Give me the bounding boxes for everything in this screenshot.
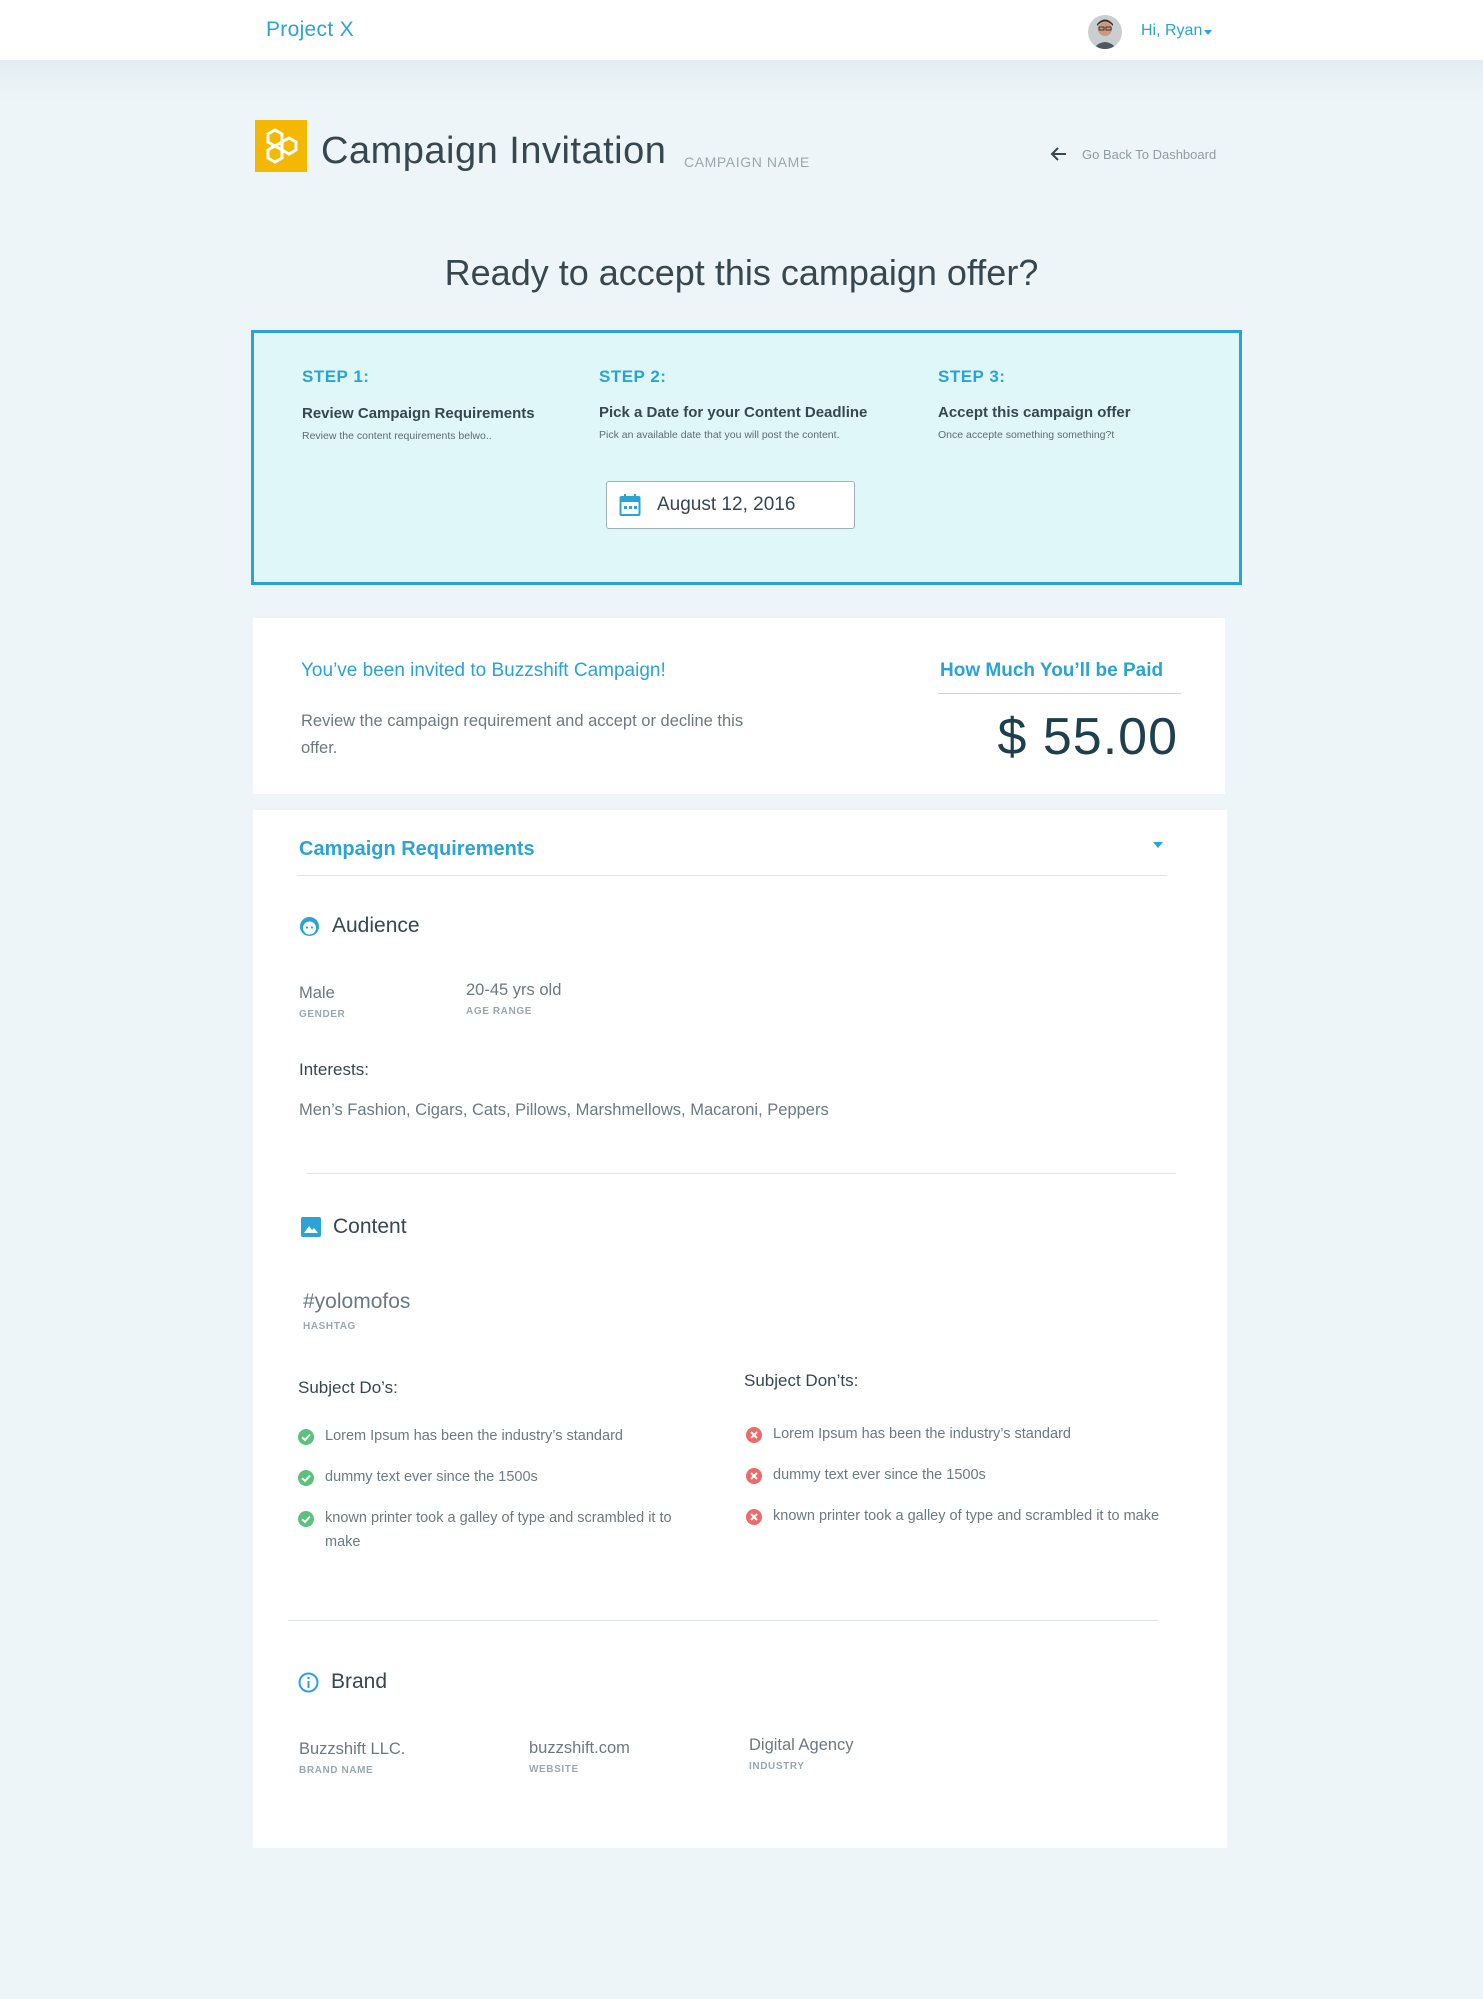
industry-field: Digital Agency INDUSTRY (749, 1736, 854, 1772)
deadline-date-value: August 12, 2016 (657, 494, 796, 515)
invitation-card: You’ve been invited to Buzzshift Campaig… (253, 618, 1225, 794)
avatar[interactable] (1088, 15, 1122, 49)
brand-name-value: Buzzshift LLC. (299, 1740, 406, 1758)
header-shadow (0, 61, 1483, 101)
hashtag-label: HASHTAG (303, 1321, 356, 1332)
industry-label: INDUSTRY (749, 1761, 805, 1772)
calendar-icon (619, 494, 641, 516)
accept-question-heading: Ready to accept this campaign offer? (444, 252, 1039, 293)
divider (288, 1620, 1158, 1621)
check-circle-icon (298, 1429, 314, 1445)
list-item-text: known printer took a galley of type and … (773, 1508, 1160, 1524)
step-description: Pick an available date that you will pos… (599, 429, 840, 441)
step-description: Review the content requirements belwo.. (302, 430, 492, 442)
payment-heading: How Much You’ll be Paid (940, 660, 1164, 681)
subject-donts-list: Lorem Ipsum has been the industry’s stan… (746, 1425, 1166, 1548)
website-field: buzzshift.com WEBSITE (529, 1739, 630, 1775)
user-menu-greeting[interactable]: Hi, Ryan (1141, 22, 1202, 40)
divider (306, 1173, 1176, 1174)
step-title: Accept this campaign offer (938, 404, 1131, 421)
interests-value: Men’s Fashion, Cigars, Cats, Pillows, Ma… (299, 1101, 829, 1119)
campaign-requirements-card: Campaign Requirements Audience Male GEND… (253, 810, 1227, 1848)
page-title: Campaign Invitation (321, 130, 667, 172)
back-link-label: Go Back To Dashboard (1082, 146, 1217, 162)
list-item-text: Lorem Ipsum has been the industry’s stan… (325, 1428, 623, 1444)
brand-section-heading: Brand (298, 1670, 387, 1694)
app-name-link[interactable]: Project X (266, 18, 354, 42)
age-range-field: 20-45 yrs old AGE RANGE (466, 981, 561, 1017)
hashtag-value: #yolomofos (303, 1290, 411, 1313)
step-number: STEP 1: (302, 367, 370, 386)
list-item-text: dummy text ever since the 1500s (773, 1467, 986, 1483)
deadline-date-picker[interactable]: August 12, 2016 (606, 481, 855, 529)
hexagon-logo-icon (255, 120, 307, 172)
website-label: WEBSITE (529, 1764, 579, 1775)
top-navigation-bar: Project X Hi, Ryan (0, 0, 1483, 61)
info-icon (298, 1672, 319, 1692)
list-item-text: dummy text ever since the 1500s (325, 1469, 538, 1485)
section-title: Content (333, 1215, 407, 1238)
brand-name-field: Buzzshift LLC. BRAND NAME (299, 1740, 405, 1776)
section-title: Brand (331, 1670, 388, 1693)
step-title: Pick a Date for your Content Deadline (599, 404, 868, 421)
chevron-down-icon[interactable] (1204, 30, 1212, 35)
requirements-heading[interactable]: Campaign Requirements (299, 838, 535, 861)
x-circle-icon (746, 1509, 762, 1525)
steps-panel: STEP 1: Review Campaign Requirements Rev… (251, 330, 1242, 585)
gender-label: GENDER (299, 1009, 346, 1020)
payment-amount: $ 55.00 (997, 708, 1178, 766)
invitation-description: Review the campaign requirement and acce… (301, 712, 744, 757)
interests-label: Interests: (299, 1060, 369, 1079)
brand-name-label: BRAND NAME (299, 1765, 374, 1776)
gender-field: Male GENDER (299, 984, 345, 1020)
list-item: dummy text ever since the 1500s (298, 1468, 678, 1489)
content-section-heading: Content (301, 1215, 407, 1239)
step-2: STEP 2: Pick a Date for your Content Dea… (599, 367, 867, 441)
chevron-down-icon[interactable] (1153, 842, 1163, 848)
list-item: Lorem Ipsum has been the industry’s stan… (298, 1427, 678, 1448)
gender-value: Male (299, 984, 335, 1002)
step-3: STEP 3: Accept this campaign offer Once … (938, 367, 1131, 441)
step-1: STEP 1: Review Campaign Requirements Rev… (302, 367, 535, 442)
list-item-text: Lorem Ipsum has been the industry’s stan… (773, 1426, 1071, 1442)
list-item: known printer took a galley of type and … (298, 1509, 678, 1554)
step-number: STEP 3: (938, 367, 1006, 386)
age-range-value: 20-45 yrs old (466, 981, 562, 999)
face-icon (300, 916, 319, 936)
arrow-left-icon (1050, 147, 1066, 161)
subject-donts-label: Subject Don’ts: (744, 1371, 859, 1390)
step-description: Once accepte something something?t (938, 429, 1115, 441)
age-range-label: AGE RANGE (466, 1006, 532, 1017)
list-item: known printer took a galley of type and … (746, 1507, 1166, 1528)
x-circle-icon (746, 1427, 762, 1443)
step-number: STEP 2: (599, 367, 667, 386)
check-circle-icon (298, 1511, 314, 1527)
step-title: Review Campaign Requirements (302, 405, 535, 422)
invitation-title: You’ve been invited to Buzzshift Campaig… (301, 660, 666, 681)
list-item: Lorem Ipsum has been the industry’s stan… (746, 1425, 1166, 1446)
list-item: dummy text ever since the 1500s (746, 1466, 1166, 1487)
check-circle-icon (298, 1470, 314, 1486)
section-title: Audience (332, 914, 420, 937)
divider (297, 875, 1167, 876)
industry-value: Digital Agency (749, 1736, 854, 1754)
campaign-name-label: CAMPAIGN NAME (684, 154, 810, 170)
list-item-text: known printer took a galley of type and … (325, 1510, 672, 1550)
image-icon (301, 1217, 321, 1237)
back-to-dashboard-link[interactable]: Go Back To Dashboard (1050, 145, 1216, 163)
subject-dos-list: Lorem Ipsum has been the industry’s stan… (298, 1427, 678, 1574)
x-circle-icon (746, 1468, 762, 1484)
subject-dos-label: Subject Do’s: (298, 1378, 398, 1397)
audience-section-heading: Audience (299, 914, 420, 938)
divider (938, 693, 1181, 694)
website-value[interactable]: buzzshift.com (529, 1739, 630, 1758)
